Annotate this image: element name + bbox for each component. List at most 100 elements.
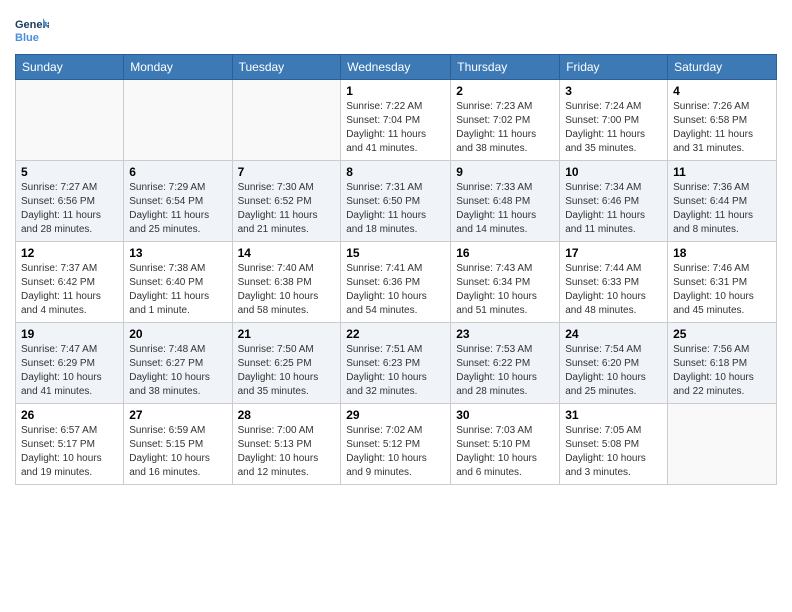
calendar-cell: 9Sunrise: 7:33 AM Sunset: 6:48 PM Daylig… <box>451 161 560 242</box>
calendar-week-row: 5 Sunrise: 7:27 AM Sunset: 6:56 PM Daylig… <box>16 161 777 242</box>
calendar-cell: 10 Sunrise: 7:34 AM Sunset: 6:46 PM Dayli… <box>560 161 668 242</box>
day-number: 25 <box>673 327 771 341</box>
day-info: Sunrise: 6:57 AM Sunset: 5:17 PM Dayligh… <box>21 424 118 480</box>
logo-container: General Blue <box>15 14 49 48</box>
calendar-cell: 31Sunrise: 7:05 AM Sunset: 5:08 PM Dayli… <box>560 404 668 485</box>
calendar-cell: 12 Sunrise: 7:37 AM Sunset: 6:42 PM Dayli… <box>16 242 124 323</box>
calendar-cell: 14 Sunrise: 7:40 AM Sunset: 6:38 PM Dayli… <box>232 242 341 323</box>
day-number: 2 <box>456 84 554 98</box>
header: General Blue <box>15 10 777 48</box>
day-number: 22 <box>346 327 445 341</box>
day-info: Sunrise: 7:43 AM Sunset: 6:34 PM Dayligh… <box>456 262 554 318</box>
calendar-cell: 3Sunrise: 7:24 AM Sunset: 7:00 PM Daylig… <box>560 80 668 161</box>
calendar-cell <box>668 404 777 485</box>
day-number: 12 <box>21 246 118 260</box>
day-info: Sunrise: 7:50 AM Sunset: 6:25 PM Dayligh… <box>238 343 336 399</box>
day-info: Sunrise: 7:56 AM Sunset: 6:18 PM Dayligh… <box>673 343 771 399</box>
day-number: 31 <box>565 408 662 422</box>
day-info: Sunrise: 7:37 AM Sunset: 6:42 PM Dayligh… <box>21 262 118 318</box>
day-number: 26 <box>21 408 118 422</box>
calendar-cell: 8Sunrise: 7:31 AM Sunset: 6:50 PM Daylig… <box>341 161 451 242</box>
day-info: Sunrise: 7:44 AM Sunset: 6:33 PM Dayligh… <box>565 262 662 318</box>
calendar-week-row: 1 Sunrise: 7:22 AM Sunset: 7:04 PM Daylig… <box>16 80 777 161</box>
day-info: Sunrise: 7:29 AM Sunset: 6:54 PM Dayligh… <box>129 181 226 237</box>
calendar-cell: 16 Sunrise: 7:43 AM Sunset: 6:34 PM Dayli… <box>451 242 560 323</box>
calendar-cell: 21 Sunrise: 7:50 AM Sunset: 6:25 PM Dayli… <box>232 323 341 404</box>
day-number: 16 <box>456 246 554 260</box>
calendar-cell: 13 Sunrise: 7:38 AM Sunset: 6:40 PM Dayli… <box>124 242 232 323</box>
day-info: Sunrise: 7:23 AM Sunset: 7:02 PM Dayligh… <box>456 100 554 156</box>
calendar-header-monday: Monday <box>124 55 232 80</box>
day-number: 20 <box>129 327 226 341</box>
day-number: 10 <box>565 165 662 179</box>
calendar-cell: 15 Sunrise: 7:41 AM Sunset: 6:36 PM Dayli… <box>341 242 451 323</box>
day-number: 5 <box>21 165 118 179</box>
day-number: 23 <box>456 327 554 341</box>
day-info: Sunrise: 7:00 AM Sunset: 5:13 PM Dayligh… <box>238 424 336 480</box>
calendar-header-row: SundayMondayTuesdayWednesdayThursdayFrid… <box>16 55 777 80</box>
calendar-header-thursday: Thursday <box>451 55 560 80</box>
page: General Blue SundayMondayTuesdayWednesda… <box>0 0 792 612</box>
day-info: Sunrise: 7:36 AM Sunset: 6:44 PM Dayligh… <box>673 181 771 237</box>
day-number: 17 <box>565 246 662 260</box>
calendar-cell: 28 Sunrise: 7:00 AM Sunset: 5:13 PM Dayli… <box>232 404 341 485</box>
day-number: 3 <box>565 84 662 98</box>
calendar-cell: 19 Sunrise: 7:47 AM Sunset: 6:29 PM Dayli… <box>16 323 124 404</box>
calendar-cell <box>124 80 232 161</box>
day-info: Sunrise: 7:46 AM Sunset: 6:31 PM Dayligh… <box>673 262 771 318</box>
calendar-cell: 29Sunrise: 7:02 AM Sunset: 5:12 PM Dayli… <box>341 404 451 485</box>
day-number: 1 <box>346 84 445 98</box>
calendar-cell: 17 Sunrise: 7:44 AM Sunset: 6:33 PM Dayli… <box>560 242 668 323</box>
day-number: 24 <box>565 327 662 341</box>
day-info: Sunrise: 7:54 AM Sunset: 6:20 PM Dayligh… <box>565 343 662 399</box>
calendar-cell: 22Sunrise: 7:51 AM Sunset: 6:23 PM Dayli… <box>341 323 451 404</box>
day-info: Sunrise: 7:22 AM Sunset: 7:04 PM Dayligh… <box>346 100 445 156</box>
day-info: Sunrise: 7:34 AM Sunset: 6:46 PM Dayligh… <box>565 181 662 237</box>
calendar-cell: 20 Sunrise: 7:48 AM Sunset: 6:27 PM Dayli… <box>124 323 232 404</box>
calendar-cell: 23 Sunrise: 7:53 AM Sunset: 6:22 PM Dayli… <box>451 323 560 404</box>
day-number: 18 <box>673 246 771 260</box>
day-info: Sunrise: 7:53 AM Sunset: 6:22 PM Dayligh… <box>456 343 554 399</box>
day-info: Sunrise: 7:41 AM Sunset: 6:36 PM Dayligh… <box>346 262 445 318</box>
day-info: Sunrise: 7:02 AM Sunset: 5:12 PM Dayligh… <box>346 424 445 480</box>
calendar-cell <box>16 80 124 161</box>
day-info: Sunrise: 7:26 AM Sunset: 6:58 PM Dayligh… <box>673 100 771 156</box>
day-info: Sunrise: 6:59 AM Sunset: 5:15 PM Dayligh… <box>129 424 226 480</box>
day-number: 19 <box>21 327 118 341</box>
day-info: Sunrise: 7:03 AM Sunset: 5:10 PM Dayligh… <box>456 424 554 480</box>
calendar-header-sunday: Sunday <box>16 55 124 80</box>
calendar-cell: 18 Sunrise: 7:46 AM Sunset: 6:31 PM Dayli… <box>668 242 777 323</box>
calendar-cell: 6Sunrise: 7:29 AM Sunset: 6:54 PM Daylig… <box>124 161 232 242</box>
calendar-week-row: 19 Sunrise: 7:47 AM Sunset: 6:29 PM Dayli… <box>16 323 777 404</box>
calendar: SundayMondayTuesdayWednesdayThursdayFrid… <box>15 54 777 485</box>
day-number: 14 <box>238 246 336 260</box>
calendar-week-row: 12 Sunrise: 7:37 AM Sunset: 6:42 PM Dayli… <box>16 242 777 323</box>
logo-svg: General Blue <box>15 14 49 48</box>
calendar-cell: 5 Sunrise: 7:27 AM Sunset: 6:56 PM Daylig… <box>16 161 124 242</box>
day-info: Sunrise: 7:38 AM Sunset: 6:40 PM Dayligh… <box>129 262 226 318</box>
calendar-cell: 11 Sunrise: 7:36 AM Sunset: 6:44 PM Dayli… <box>668 161 777 242</box>
day-number: 15 <box>346 246 445 260</box>
day-info: Sunrise: 7:30 AM Sunset: 6:52 PM Dayligh… <box>238 181 336 237</box>
day-number: 21 <box>238 327 336 341</box>
calendar-header-wednesday: Wednesday <box>341 55 451 80</box>
day-info: Sunrise: 7:47 AM Sunset: 6:29 PM Dayligh… <box>21 343 118 399</box>
calendar-cell: 26 Sunrise: 6:57 AM Sunset: 5:17 PM Dayli… <box>16 404 124 485</box>
day-info: Sunrise: 7:48 AM Sunset: 6:27 PM Dayligh… <box>129 343 226 399</box>
calendar-cell: 25 Sunrise: 7:56 AM Sunset: 6:18 PM Dayli… <box>668 323 777 404</box>
day-info: Sunrise: 7:27 AM Sunset: 6:56 PM Dayligh… <box>21 181 118 237</box>
day-number: 13 <box>129 246 226 260</box>
calendar-cell <box>232 80 341 161</box>
day-number: 4 <box>673 84 771 98</box>
day-number: 28 <box>238 408 336 422</box>
logo: General Blue <box>15 14 49 48</box>
calendar-cell: 4 Sunrise: 7:26 AM Sunset: 6:58 PM Daylig… <box>668 80 777 161</box>
calendar-cell: 24 Sunrise: 7:54 AM Sunset: 6:20 PM Dayli… <box>560 323 668 404</box>
day-info: Sunrise: 7:40 AM Sunset: 6:38 PM Dayligh… <box>238 262 336 318</box>
day-number: 27 <box>129 408 226 422</box>
calendar-header-tuesday: Tuesday <box>232 55 341 80</box>
day-number: 30 <box>456 408 554 422</box>
svg-text:Blue: Blue <box>15 32 39 44</box>
day-info: Sunrise: 7:33 AM Sunset: 6:48 PM Dayligh… <box>456 181 554 237</box>
day-number: 11 <box>673 165 771 179</box>
